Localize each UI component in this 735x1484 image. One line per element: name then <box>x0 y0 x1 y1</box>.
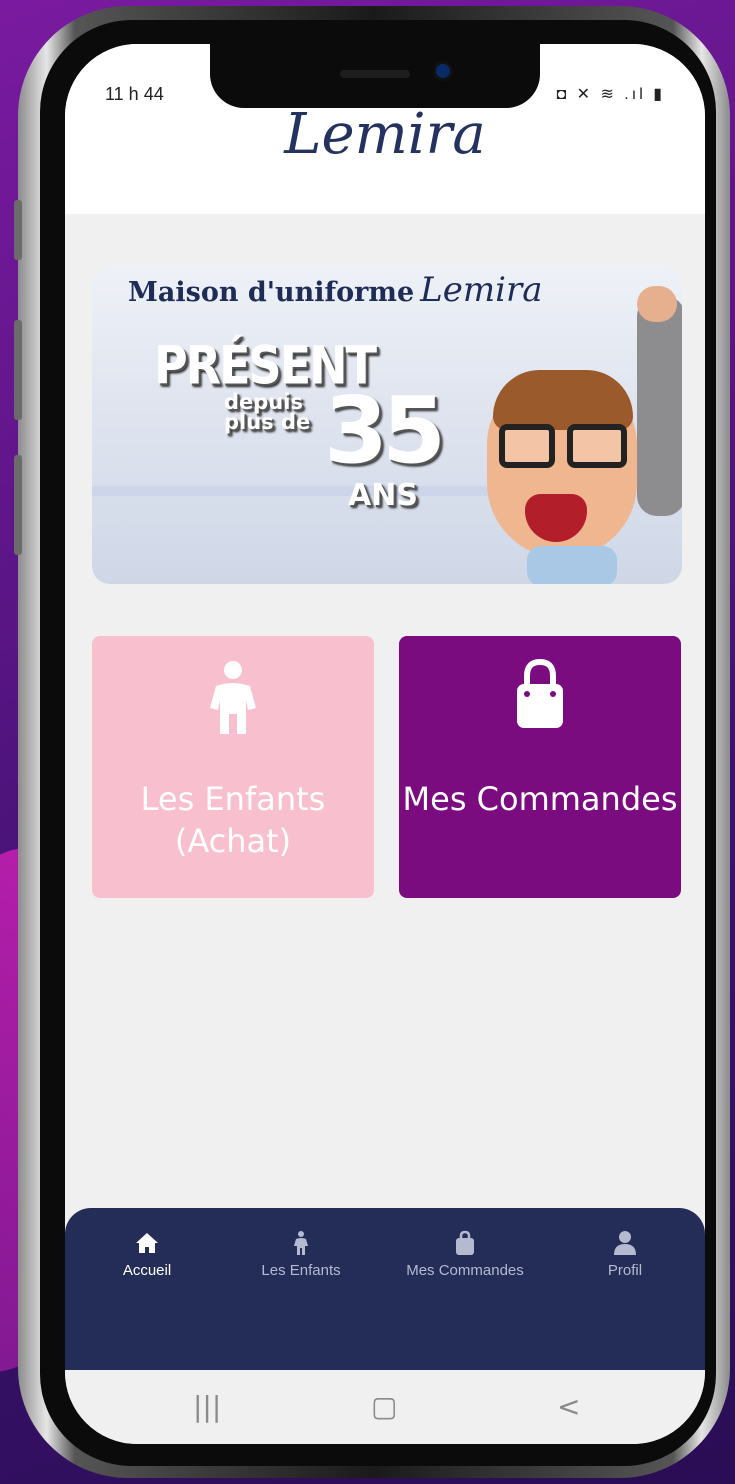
promo-depuis: depuis plus de <box>224 390 311 434</box>
shopping-bag-icon <box>456 1230 474 1255</box>
child-icon <box>210 661 256 734</box>
banner-background-stripe <box>92 486 512 496</box>
front-camera <box>436 64 450 78</box>
nav-item-les-enfants[interactable]: Les Enfants <box>241 1230 361 1279</box>
banner-title-text: Maison d'uniforme <box>128 277 415 308</box>
phone-notch <box>210 44 540 108</box>
home-icon <box>136 1233 158 1253</box>
tile-les-enfants-label: Les Enfants (Achat) <box>140 780 326 860</box>
recents-button[interactable]: ||| <box>193 1390 221 1423</box>
tile-mes-commandes[interactable]: Mes Commandes <box>399 636 681 898</box>
photo-glasses-right <box>567 424 627 468</box>
app-screen: 11 h 44 ◘ ✕ ≋ .ıl ▮ Lemira Maison d'unif… <box>65 44 705 1444</box>
tile-les-enfants[interactable]: Les Enfants (Achat) <box>92 636 374 898</box>
photo-hair <box>493 370 633 430</box>
system-home-button[interactable]: ▢ <box>371 1390 397 1423</box>
shopping-bag-icon <box>517 658 563 728</box>
promo-banner[interactable]: Maison d'uniforme Lemira PRÉSENT depuis p… <box>92 266 682 584</box>
tile-mes-commandes-label: Mes Commandes <box>402 780 678 818</box>
banner-title: Maison d'uniforme Lemira <box>128 270 542 310</box>
photo-hand <box>637 286 677 322</box>
photo-arm <box>637 296 682 516</box>
nav-item-accueil[interactable]: Accueil <box>87 1230 207 1279</box>
banner-title-script: Lemira <box>420 270 543 310</box>
nav-label-accueil: Accueil <box>122 1262 172 1279</box>
status-icons: ◘ ✕ ≋ .ıl ▮ <box>556 86 665 103</box>
app-logo: Lemira <box>284 102 486 167</box>
child-icon <box>294 1231 308 1255</box>
user-icon <box>614 1231 636 1255</box>
nav-label-les-enfants: Les Enfants <box>261 1262 341 1279</box>
banner-promo: PRÉSENT depuis plus de 35 ANS <box>154 334 446 513</box>
phone-volume-up <box>14 320 22 420</box>
photo-bowtie <box>527 546 617 584</box>
speaker-grille <box>340 70 410 78</box>
phone-volume-down <box>14 455 22 555</box>
promo-ans: ANS <box>348 478 418 513</box>
nav-label-profil: Profil <box>607 1262 643 1279</box>
banner-child-photo <box>487 286 682 584</box>
nav-item-profil[interactable]: Profil <box>565 1230 685 1279</box>
status-time: 11 h 44 <box>105 84 164 104</box>
nav-item-mes-commandes[interactable]: Mes Commandes <box>405 1230 525 1279</box>
nav-label-mes-commandes: Mes Commandes <box>406 1262 524 1279</box>
promo-number: 35 <box>324 377 446 484</box>
bottom-navigation: Accueil Les Enfants Mes Commandes Profil <box>65 1208 705 1370</box>
system-back-button[interactable]: < <box>557 1390 580 1423</box>
system-navigation-bar: ||| ▢ < <box>65 1370 705 1444</box>
photo-glasses-left <box>499 424 555 468</box>
phone-mute-switch <box>14 200 22 260</box>
